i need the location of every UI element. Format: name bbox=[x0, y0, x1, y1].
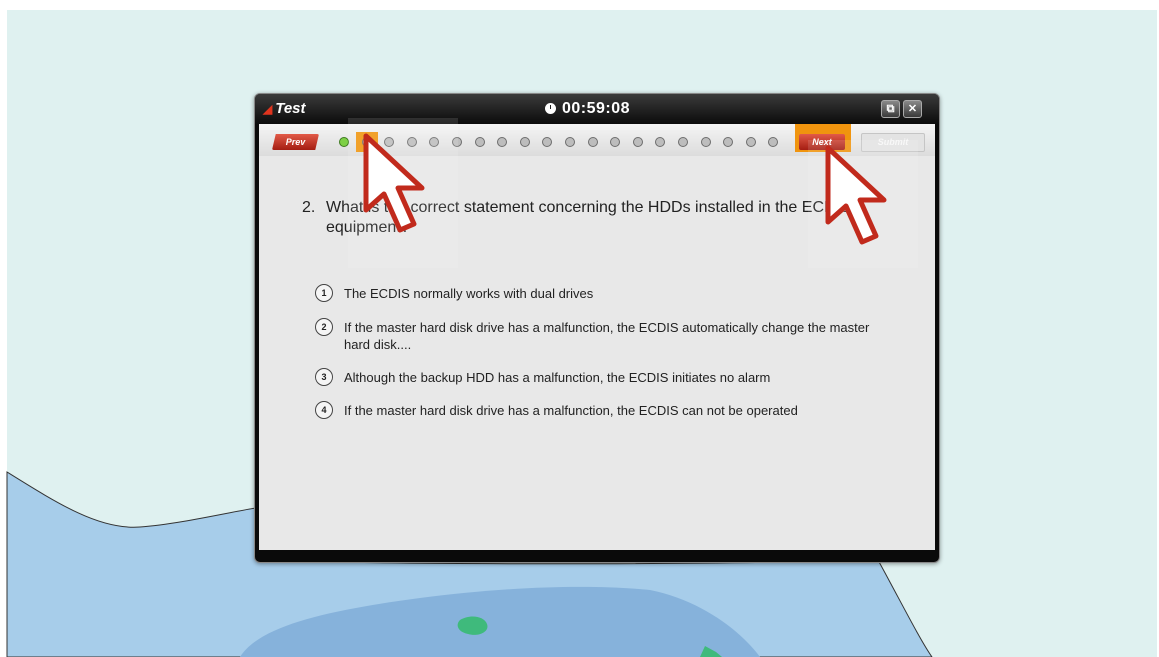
prev-button[interactable]: Prev bbox=[272, 134, 319, 150]
answer-option-3[interactable]: 3 Although the backup HDD has a malfunct… bbox=[315, 368, 875, 386]
question-dot-9[interactable] bbox=[519, 137, 530, 147]
question-dot-16[interactable] bbox=[678, 137, 688, 147]
answer-option-4[interactable]: 4 If the master hard disk drive has a ma… bbox=[315, 401, 875, 419]
question-dot-10[interactable] bbox=[542, 137, 553, 147]
option-text: The ECDIS normally works with dual drive… bbox=[344, 286, 594, 301]
question-dot-15[interactable] bbox=[655, 137, 666, 147]
answer-option-2[interactable]: 2 If the master hard disk drive has a ma… bbox=[315, 318, 875, 353]
question-dot-18[interactable] bbox=[723, 137, 734, 147]
window-title-label: Test bbox=[275, 100, 306, 117]
question-dot-12[interactable] bbox=[587, 137, 598, 147]
question-dot-7[interactable] bbox=[474, 137, 485, 147]
mouse-pointer-icon bbox=[808, 140, 918, 268]
question-dot-19[interactable] bbox=[745, 137, 756, 147]
answer-option-1[interactable]: 1 The ECDIS normally works with dual dri… bbox=[315, 284, 875, 302]
restore-icon[interactable]: ⧉ bbox=[881, 100, 900, 118]
option-text: If the master hard disk drive has a malf… bbox=[344, 320, 870, 352]
option-number-badge: 1 bbox=[315, 284, 333, 302]
window-title: ◢ Test bbox=[263, 100, 306, 117]
question-dot-17[interactable] bbox=[700, 137, 711, 147]
question-dot-20[interactable] bbox=[768, 137, 779, 147]
option-text: Although the backup HDD has a malfunctio… bbox=[344, 370, 771, 385]
flame-icon: ◢ bbox=[263, 102, 273, 116]
mouse-pointer-icon bbox=[348, 118, 458, 268]
timer-value: 00:59:08 bbox=[562, 100, 631, 117]
question-dot-14[interactable] bbox=[632, 137, 643, 147]
question-dot-11[interactable] bbox=[565, 137, 575, 147]
option-text: If the master hard disk drive has a malf… bbox=[344, 403, 798, 418]
dialog-footer bbox=[259, 550, 935, 556]
question-dot-8[interactable] bbox=[497, 137, 508, 147]
close-icon[interactable]: ✕ bbox=[903, 100, 922, 118]
option-number-badge: 3 bbox=[315, 368, 333, 386]
countdown-timer: 00:59:08 bbox=[545, 100, 630, 118]
question-dot-13[interactable] bbox=[610, 137, 621, 147]
option-number-badge: 2 bbox=[315, 318, 333, 336]
question-number: 2. bbox=[302, 199, 316, 216]
clock-icon bbox=[545, 103, 556, 114]
option-number-badge: 4 bbox=[315, 401, 333, 419]
